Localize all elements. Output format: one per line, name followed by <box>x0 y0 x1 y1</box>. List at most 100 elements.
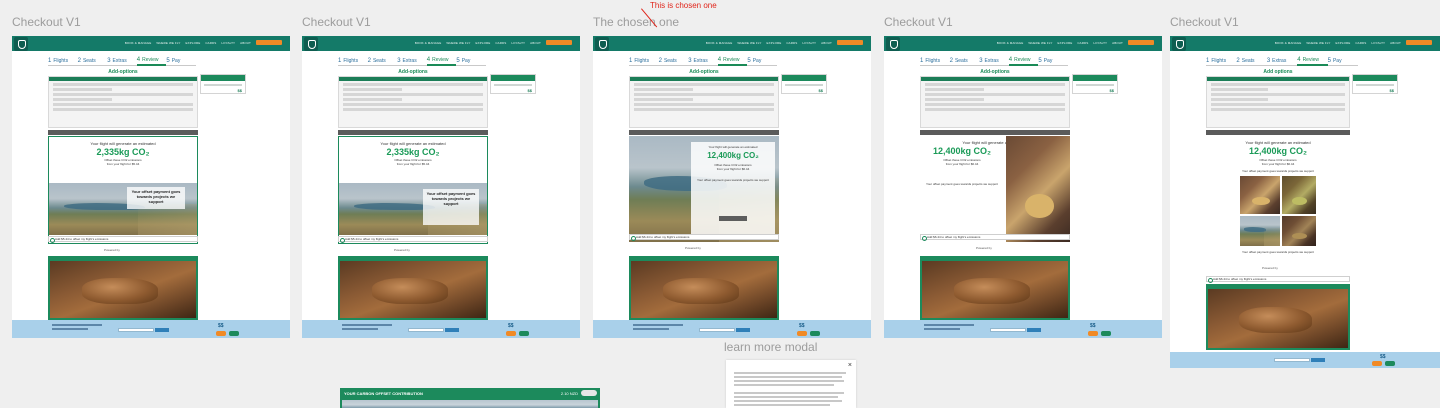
nav-link[interactable]: LOYALTY <box>511 41 525 45</box>
fly-with-us-button[interactable] <box>837 40 863 45</box>
nav-link[interactable]: LOYALTY <box>221 41 235 45</box>
nav-link[interactable]: BOOK & MANAGE <box>415 41 442 45</box>
step-flights[interactable]: 1 Flights <box>920 58 950 66</box>
nav-link[interactable]: CARDS <box>1077 41 1088 45</box>
step-review[interactable]: 4 Review <box>717 57 748 66</box>
fly-with-us-button[interactable] <box>1128 40 1154 45</box>
back-button[interactable] <box>506 331 516 336</box>
step-pay[interactable]: 5 Pay <box>747 58 777 66</box>
close-icon[interactable]: × <box>848 362 852 369</box>
nav-link[interactable]: BOOK & MANAGE <box>706 41 733 45</box>
nav-link[interactable]: ABOUT <box>1112 41 1123 45</box>
step-pay[interactable]: 5 Pay <box>166 58 196 66</box>
step-seats[interactable]: 2 Seats <box>77 58 108 66</box>
step-review[interactable]: 4 Review <box>1008 57 1039 66</box>
nav-link[interactable]: EXPLORE <box>767 41 782 45</box>
continue-button[interactable] <box>519 331 529 336</box>
back-button[interactable] <box>1088 331 1098 336</box>
nav-link[interactable]: BOOK & MANAGE <box>1275 41 1302 45</box>
fly-with-us-button[interactable] <box>546 40 572 45</box>
step-flights[interactable]: 1 Flights <box>629 58 659 66</box>
nav-link[interactable]: WHERE WE FLY <box>1028 41 1052 45</box>
step-seats[interactable]: 2 Seats <box>949 58 980 66</box>
offset-checkbox[interactable]: Add $6.44 to offset my flight's emission… <box>629 234 779 241</box>
promo-input[interactable] <box>990 328 1026 332</box>
nav-link[interactable]: EXPLORE <box>186 41 201 45</box>
nav-link[interactable]: WHERE WE FLY <box>156 41 180 45</box>
step-seats[interactable]: 2 Seats <box>367 58 398 66</box>
checkout-frame-4[interactable]: BOOK & MANAGE WHERE WE FLY EXPLORE CARDS… <box>884 36 1162 338</box>
nav-link[interactable]: ABOUT <box>530 41 541 45</box>
continue-button[interactable] <box>229 331 239 336</box>
checkout-frame-2[interactable]: BOOK & MANAGE WHERE WE FLY EXPLORE CARDS… <box>302 36 580 338</box>
step-pay[interactable]: 5 Pay <box>1327 58 1359 66</box>
apply-button[interactable] <box>155 328 169 332</box>
nav-link[interactable]: CARDS <box>205 41 216 45</box>
step-seats[interactable]: 2 Seats <box>658 58 689 66</box>
step-flights[interactable]: 1 Flights <box>338 58 368 66</box>
step-flights[interactable]: 1 Flights <box>1206 58 1237 66</box>
offset-checkbox[interactable]: Add $6.44 to offset my flight's emission… <box>1206 276 1350 283</box>
step-extras[interactable]: 3 Extras <box>107 58 137 66</box>
step-extras[interactable]: 3 Extras <box>397 58 427 66</box>
nav-link[interactable]: ABOUT <box>1390 41 1401 45</box>
step-seats[interactable]: 2 Seats <box>1236 58 1267 66</box>
step-extras[interactable]: 3 Extras <box>1266 58 1298 66</box>
fly-with-us-button[interactable] <box>1406 40 1432 45</box>
step-review[interactable]: 4 Review <box>426 57 457 66</box>
continue-button[interactable] <box>1101 331 1111 336</box>
continue-button[interactable] <box>810 331 820 336</box>
step-review[interactable]: 4 Review <box>136 57 167 66</box>
nav-link[interactable]: BOOK & MANAGE <box>125 41 152 45</box>
back-button[interactable] <box>797 331 807 336</box>
promo-input[interactable] <box>408 328 444 332</box>
brand-logo[interactable] <box>595 37 609 51</box>
back-button[interactable] <box>1372 361 1382 366</box>
step-review[interactable]: 4 Review <box>1297 57 1328 66</box>
brand-logo[interactable] <box>14 37 28 51</box>
nav-link[interactable]: BOOK & MANAGE <box>997 41 1024 45</box>
nav-link[interactable]: ABOUT <box>240 41 251 45</box>
nav-link[interactable]: WHERE WE FLY <box>737 41 761 45</box>
nav-link[interactable]: LOYALTY <box>802 41 816 45</box>
nav-link[interactable]: CARDS <box>786 41 797 45</box>
nav-link[interactable]: EXPLORE <box>476 41 491 45</box>
offset-checkbox[interactable]: Add $5.44 to offset my flight's emission… <box>48 236 198 243</box>
brand-logo[interactable] <box>886 37 900 51</box>
continue-button[interactable] <box>1385 361 1395 366</box>
step-flights[interactable]: 1 Flights <box>48 58 78 66</box>
step-pay[interactable]: 5 Pay <box>456 58 486 66</box>
brand-logo[interactable] <box>1172 37 1186 51</box>
offset-checkbox[interactable]: Add $6.44 to offset my flight's emission… <box>920 234 1070 241</box>
contribution-toggle[interactable] <box>581 390 597 396</box>
back-button[interactable] <box>216 331 226 336</box>
learn-more-button[interactable] <box>719 216 747 221</box>
offset-overlay-card: Your flight will generate an estimated 1… <box>691 142 775 236</box>
nav-link[interactable]: CARDS <box>1355 41 1366 45</box>
promo-input[interactable] <box>1274 358 1310 362</box>
step-extras[interactable]: 3 Extras <box>688 58 718 66</box>
nav-link[interactable]: EXPLORE <box>1336 41 1351 45</box>
checkout-frame-1[interactable]: BOOK & MANAGE WHERE WE FLY EXPLORE CARDS… <box>12 36 290 338</box>
nav-link[interactable]: WHERE WE FLY <box>1306 41 1330 45</box>
nav-link[interactable]: EXPLORE <box>1058 41 1073 45</box>
step-pay[interactable]: 5 Pay <box>1038 58 1068 66</box>
step-extras[interactable]: 3 Extras <box>979 58 1009 66</box>
fly-with-us-button[interactable] <box>256 40 282 45</box>
footer-bar: $$ <box>884 320 1162 338</box>
apply-button[interactable] <box>445 328 459 332</box>
brand-logo[interactable] <box>304 37 318 51</box>
nav-link[interactable]: LOYALTY <box>1093 41 1107 45</box>
nav-link[interactable]: LOYALTY <box>1371 41 1385 45</box>
nav-link[interactable]: CARDS <box>495 41 506 45</box>
apply-button[interactable] <box>736 328 750 332</box>
offset-checkbox[interactable]: Add $5.44 to offset my flight's emission… <box>338 236 488 243</box>
nav-link[interactable]: ABOUT <box>821 41 832 45</box>
apply-button[interactable] <box>1311 358 1325 362</box>
promo-input[interactable] <box>699 328 735 332</box>
nav-link[interactable]: WHERE WE FLY <box>446 41 470 45</box>
checkout-frame-chosen[interactable]: BOOK & MANAGE WHERE WE FLY EXPLORE CARDS… <box>593 36 871 338</box>
apply-button[interactable] <box>1027 328 1041 332</box>
promo-input[interactable] <box>118 328 154 332</box>
checkout-frame-5[interactable]: BOOK & MANAGE WHERE WE FLY EXPLORE CARDS… <box>1170 36 1440 368</box>
